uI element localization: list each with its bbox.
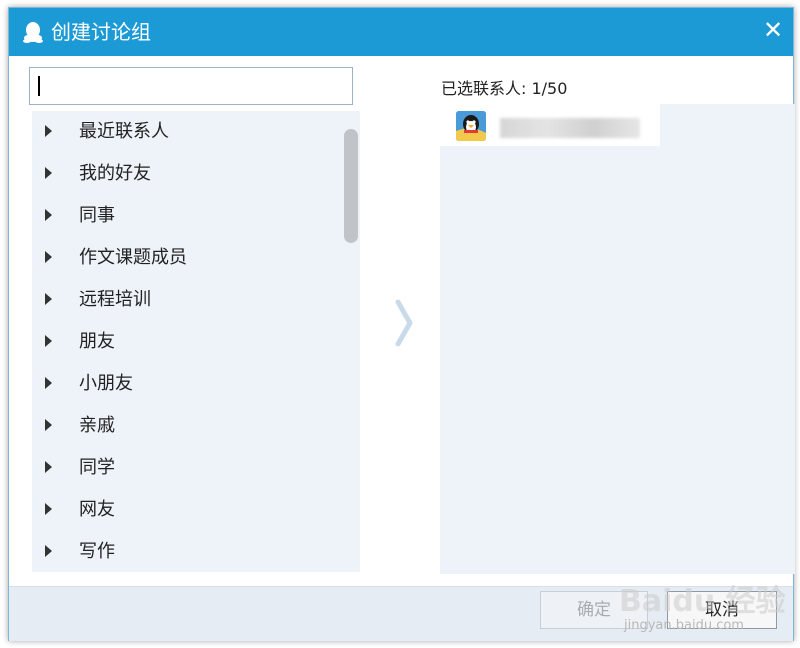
- group-item-essay-project[interactable]: 作文课题成员: [32, 237, 360, 279]
- group-item-colleagues[interactable]: 同事: [32, 195, 360, 237]
- group-item-relatives[interactable]: 亲戚: [32, 405, 360, 447]
- selected-contacts-panel: [440, 104, 795, 574]
- group-label: 朋友: [79, 331, 115, 352]
- add-to-selected-chevron-icon[interactable]: [392, 298, 416, 348]
- selected-count-label: 已选联系人: 1/50: [441, 79, 568, 98]
- group-label: 网友: [79, 499, 115, 520]
- group-item-remote-training[interactable]: 远程培训: [32, 279, 360, 321]
- group-item-kids[interactable]: 小朋友: [32, 363, 360, 405]
- group-item-friends[interactable]: 朋友: [32, 321, 360, 363]
- search-field[interactable]: [29, 67, 353, 105]
- group-item-my-friends[interactable]: 我的好友: [32, 153, 360, 195]
- expand-arrow-icon: [45, 335, 52, 347]
- group-item-net-friends[interactable]: 网友: [32, 489, 360, 531]
- close-icon: ✕: [762, 16, 784, 44]
- expand-arrow-icon: [45, 251, 52, 263]
- expand-arrow-icon: [45, 503, 52, 515]
- group-label: 同事: [79, 205, 115, 226]
- expand-arrow-icon: [45, 167, 52, 179]
- expand-arrow-icon: [45, 125, 52, 137]
- group-label: 作文课题成员: [79, 247, 187, 268]
- group-label: 远程培训: [79, 289, 151, 310]
- dialog-title: 创建讨论组: [51, 20, 151, 44]
- title-bar: 创建讨论组 ✕: [9, 8, 793, 56]
- create-discussion-group-dialog: 创建讨论组 ✕ 最近联系人 我的好友 同事 作文课题成员 远程培训 朋友 小朋友…: [8, 7, 795, 641]
- group-list-scrollbar[interactable]: [344, 129, 358, 243]
- group-label: 写作: [79, 541, 115, 562]
- expand-arrow-icon: [45, 209, 52, 221]
- expand-arrow-icon: [45, 293, 52, 305]
- expand-arrow-icon: [45, 545, 52, 557]
- qq-penguin-avatar-icon: [456, 111, 486, 141]
- expand-arrow-icon: [45, 419, 52, 431]
- expand-arrow-icon: [45, 461, 52, 473]
- group-label: 我的好友: [79, 163, 151, 184]
- selected-contact-row[interactable]: [440, 104, 660, 146]
- search-input[interactable]: [30, 68, 352, 104]
- group-label: 小朋友: [79, 373, 133, 394]
- close-button[interactable]: ✕: [761, 18, 785, 42]
- group-label: 最近联系人: [79, 121, 169, 142]
- group-item-writing[interactable]: 写作: [32, 531, 360, 572]
- contact-name-blurred: [500, 118, 640, 138]
- group-label: 同学: [79, 457, 115, 478]
- text-cursor: [38, 76, 40, 96]
- group-item-recent[interactable]: 最近联系人: [32, 111, 360, 153]
- qq-logo-icon: [23, 22, 43, 43]
- expand-arrow-icon: [45, 377, 52, 389]
- group-item-classmates[interactable]: 同学: [32, 447, 360, 489]
- contact-group-list[interactable]: 最近联系人 我的好友 同事 作文课题成员 远程培训 朋友 小朋友 亲戚 同学 网…: [32, 111, 360, 572]
- ok-button[interactable]: 确定: [540, 591, 648, 629]
- cancel-button[interactable]: 取消: [667, 591, 777, 629]
- group-label: 亲戚: [79, 415, 115, 436]
